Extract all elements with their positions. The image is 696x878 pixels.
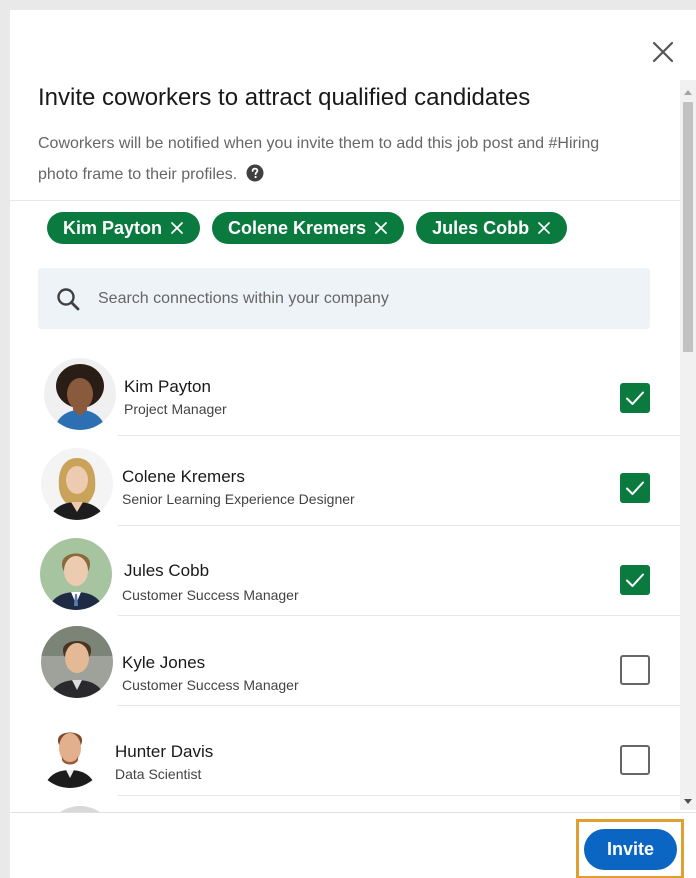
pill-label: Kim Payton [63, 217, 163, 238]
invite-dialog: Invite coworkers to attract qualified ca… [10, 10, 696, 878]
avatar [34, 716, 106, 788]
selected-pill[interactable]: Colene Kremers [212, 212, 405, 244]
close-button[interactable] [648, 37, 678, 67]
list-item[interactable]: Hunter Davis Data Scientist [10, 706, 680, 796]
help-icon[interactable] [246, 162, 264, 193]
search-icon [56, 287, 82, 318]
check-icon [626, 481, 644, 495]
person-role: Data Scientist [115, 766, 202, 782]
person-name: Kim Payton [124, 377, 211, 396]
select-checkbox[interactable] [620, 473, 650, 503]
person-role: Customer Success Manager [122, 677, 299, 693]
person-name: Colene Kremers [122, 467, 245, 486]
scroll-down-arrow[interactable] [684, 799, 692, 804]
person-role: Customer Success Manager [122, 587, 299, 603]
invite-highlight: Invite [576, 819, 684, 878]
check-icon [626, 391, 644, 405]
person-name: Hunter Davis [115, 742, 214, 761]
person-role: Project Manager [124, 401, 227, 417]
list-item[interactable]: Jules Cobb Customer Success Manager [10, 526, 680, 616]
search-input[interactable] [98, 268, 638, 329]
person-name: Kyle Jones [122, 653, 206, 672]
list-item[interactable]: Kyle Jones Customer Success Manager [10, 616, 680, 706]
header-divider [10, 200, 680, 201]
dialog-subtitle-text: Coworkers will be notified when you invi… [38, 135, 600, 183]
select-checkbox[interactable] [620, 745, 650, 775]
select-checkbox[interactable] [620, 655, 650, 685]
search-bar [38, 268, 650, 329]
avatar [40, 538, 112, 610]
avatar [44, 358, 116, 430]
x-icon[interactable] [170, 221, 184, 235]
check-icon [626, 573, 644, 587]
dialog-footer: Invite [10, 812, 696, 878]
selected-pills: Kim Payton Colene Kremers Jules Cobb [47, 212, 568, 244]
pill-label: Colene Kremers [228, 217, 367, 238]
avatar [41, 626, 113, 698]
avatar [41, 448, 113, 520]
person-role: Senior Learning Experience Designer [122, 491, 355, 507]
list-item[interactable]: Kim Payton Project Manager [10, 346, 680, 436]
x-icon[interactable] [537, 221, 551, 235]
close-icon [652, 41, 674, 63]
scrollbar[interactable] [680, 80, 696, 810]
select-checkbox[interactable] [620, 383, 650, 413]
selected-pill[interactable]: Kim Payton [47, 212, 201, 244]
scroll-thumb[interactable] [683, 102, 693, 352]
select-checkbox[interactable] [620, 565, 650, 595]
invite-button[interactable]: Invite [584, 829, 677, 870]
pill-label: Jules Cobb [432, 217, 530, 238]
person-name: Jules Cobb [124, 561, 210, 580]
scroll-up-arrow[interactable] [684, 90, 692, 95]
dialog-subtitle: Coworkers will be notified when you invi… [38, 128, 638, 193]
x-icon[interactable] [374, 221, 388, 235]
dialog-title: Invite coworkers to attract qualified ca… [38, 84, 531, 111]
list-item[interactable]: Colene Kremers Senior Learning Experienc… [10, 436, 680, 526]
selected-pill[interactable]: Jules Cobb [416, 212, 568, 244]
